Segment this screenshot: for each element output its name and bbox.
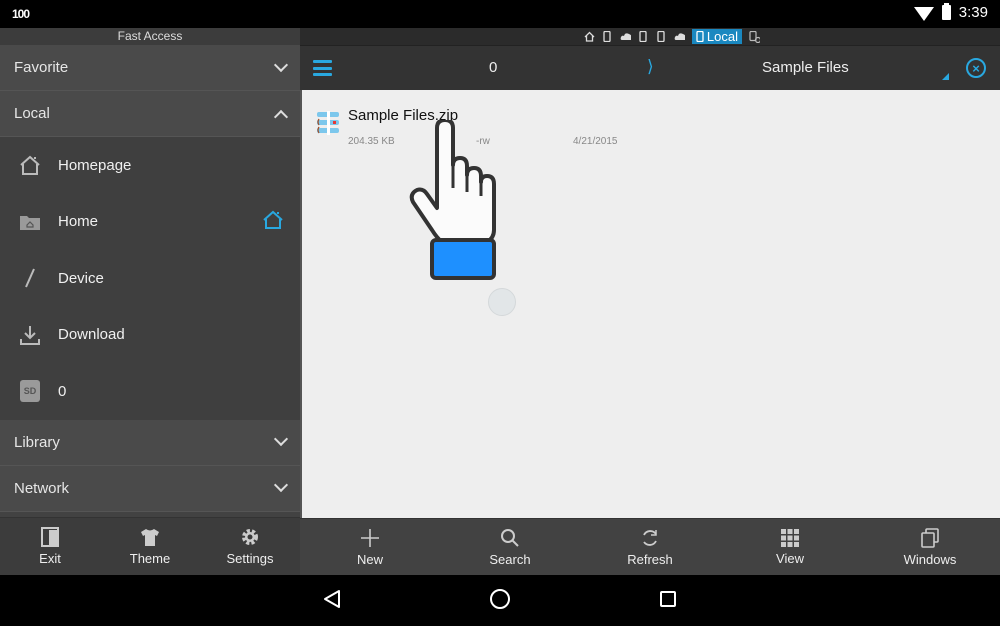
clock: 3:39 xyxy=(958,4,988,21)
pointing-hand-icon xyxy=(409,120,496,280)
back-icon[interactable] xyxy=(323,589,341,609)
plus-icon xyxy=(361,528,379,547)
exit-icon xyxy=(41,527,59,547)
home-icon[interactable] xyxy=(262,210,284,234)
item-label: Device xyxy=(58,269,104,287)
button-label: Windows xyxy=(903,551,957,567)
item-label: Home xyxy=(58,213,99,231)
notification-indicator: 100 xyxy=(12,7,30,21)
tab-local[interactable]: Local xyxy=(691,29,742,44)
menu-icon[interactable] xyxy=(313,60,332,76)
chevron-up-icon xyxy=(273,109,289,124)
device-slash-icon xyxy=(18,266,42,290)
tab-label: Local xyxy=(706,29,738,44)
button-label: Theme xyxy=(129,551,171,566)
dropdown-corner-icon[interactable] xyxy=(942,73,949,80)
search-icon xyxy=(501,528,519,547)
section-network[interactable]: Network xyxy=(0,465,300,512)
chevron-down-icon xyxy=(273,57,289,72)
section-library[interactable]: Library xyxy=(0,419,300,466)
button-label: Settings xyxy=(226,551,274,566)
exit-button[interactable]: Exit xyxy=(0,518,100,575)
cloud-icon[interactable] xyxy=(620,31,631,42)
zip-archive-icon xyxy=(317,111,339,135)
section-label: Local xyxy=(14,105,50,122)
breadcrumb-separator-icon: ⟩ xyxy=(647,57,654,76)
button-label: View xyxy=(776,550,804,566)
homepage-icon xyxy=(18,153,42,177)
local-items-list: Homepage Home Device Download SD 0 xyxy=(0,137,300,420)
sidebar-item-device[interactable]: Device xyxy=(0,250,300,307)
recent-apps-icon[interactable] xyxy=(660,591,676,607)
new-button[interactable]: New xyxy=(300,519,440,575)
close-icon[interactable]: × xyxy=(966,58,986,78)
button-label: Refresh xyxy=(627,551,673,567)
button-label: New xyxy=(356,551,383,567)
battery-icon xyxy=(941,3,951,20)
sd-card-icon: SD xyxy=(20,380,40,403)
refresh-icon xyxy=(643,529,657,546)
chevron-down-icon xyxy=(273,477,289,493)
sidebar-item-download[interactable]: Download xyxy=(0,307,300,364)
phone-icon[interactable] xyxy=(638,31,649,42)
status-bar: 100 3:39 xyxy=(0,0,1000,28)
theme-shirt-icon xyxy=(141,529,159,546)
item-label: 0 xyxy=(58,382,67,400)
sidebar: Fast Access Favorite Local Homepage Home xyxy=(0,28,300,575)
section-label: Library xyxy=(14,433,60,451)
item-label: Homepage xyxy=(58,156,132,174)
cloud-icon[interactable] xyxy=(674,31,685,42)
bottom-toolbar: New Search Refresh View Windows xyxy=(300,518,1000,575)
section-label: Favorite xyxy=(14,59,69,76)
download-icon xyxy=(18,323,42,347)
breadcrumb-root[interactable]: 0 xyxy=(489,59,497,76)
windows-button[interactable]: Windows xyxy=(860,519,1000,575)
fast-access-header: Fast Access xyxy=(0,28,300,45)
settings-button[interactable]: Settings xyxy=(200,518,300,575)
section-label: Network xyxy=(14,479,70,497)
window-tabs: Local xyxy=(300,28,1000,45)
section-local[interactable]: Local xyxy=(0,91,300,137)
breadcrumb-current[interactable]: Sample Files xyxy=(762,59,849,76)
sidebar-item-home[interactable]: Home xyxy=(0,194,300,251)
search-button[interactable]: Search xyxy=(440,519,580,575)
path-bar: 0 ⟩ Sample Files × xyxy=(300,45,1000,90)
home-nav-icon[interactable] xyxy=(490,589,510,609)
file-list: Sample Files.zip 204.35 KB -rw 4/21/2015 xyxy=(300,90,1000,518)
wifi-icon xyxy=(913,6,934,21)
chevron-down-icon xyxy=(273,431,289,447)
windows-icon xyxy=(921,527,939,548)
sidebar-item-sd[interactable]: SD 0 xyxy=(0,363,300,420)
section-favorite[interactable]: Favorite xyxy=(0,45,300,91)
item-label: Download xyxy=(58,326,125,344)
view-button[interactable]: View xyxy=(720,519,860,575)
button-label: Exit xyxy=(39,551,61,566)
sidebar-item-homepage[interactable]: Homepage xyxy=(0,137,300,194)
sidebar-bottom-bar: Exit Theme Settings xyxy=(0,517,300,575)
device-manage-icon[interactable] xyxy=(749,30,760,43)
phone-icon[interactable] xyxy=(656,31,667,42)
file-date: 4/21/2015 xyxy=(573,136,618,147)
button-label: Search xyxy=(489,551,531,567)
theme-button[interactable]: Theme xyxy=(100,518,200,575)
grid-view-icon xyxy=(781,528,799,547)
phone-icon[interactable] xyxy=(602,31,613,42)
refresh-button[interactable]: Refresh xyxy=(580,519,720,575)
phone-icon xyxy=(696,31,704,42)
gear-icon xyxy=(242,529,258,545)
home-folder-icon xyxy=(18,210,42,234)
touch-ripple xyxy=(488,288,516,316)
home-icon[interactable] xyxy=(584,31,595,42)
file-size: 204.35 KB xyxy=(348,136,395,147)
